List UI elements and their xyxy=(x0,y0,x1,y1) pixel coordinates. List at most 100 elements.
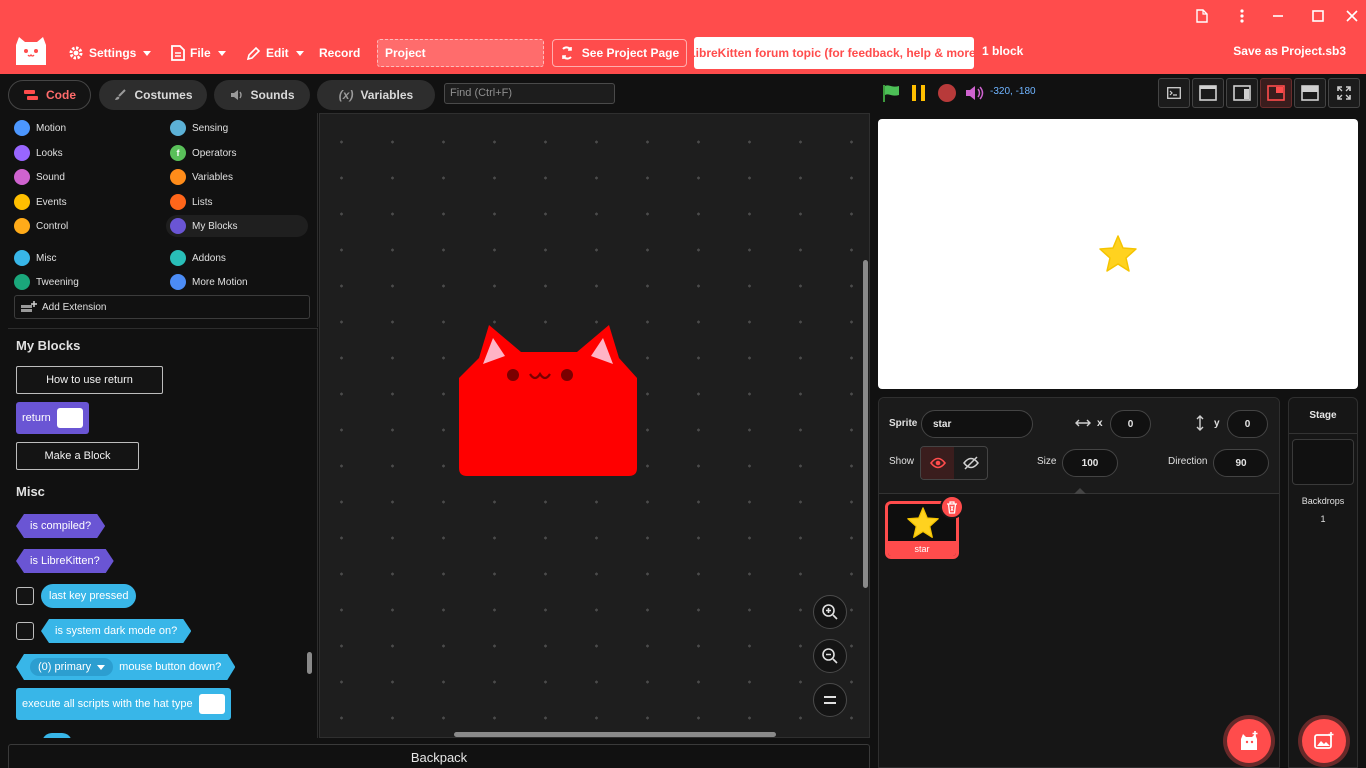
console-icon[interactable] xyxy=(1158,78,1190,108)
hide-sprite-eye-icon[interactable] xyxy=(954,447,987,479)
workspace-horizontal-scrollbar[interactable] xyxy=(454,732,776,737)
category-label: Motion xyxy=(36,122,67,134)
is-compiled-block[interactable]: is compiled? xyxy=(16,514,105,538)
large-stage-icon[interactable] xyxy=(1294,78,1326,108)
last-key-checkbox[interactable] xyxy=(16,587,34,605)
workspace-vertical-scrollbar[interactable] xyxy=(863,260,868,588)
edit-menu[interactable]: Edit xyxy=(246,44,304,62)
normal-stage-icon[interactable] xyxy=(1260,78,1292,108)
volume-icon[interactable] xyxy=(964,83,986,103)
show-sprite-eye-icon[interactable] xyxy=(921,447,954,479)
dark-mode-checkbox[interactable] xyxy=(16,622,34,640)
add-extension-button[interactable]: Add Extension xyxy=(14,295,310,319)
add-backdrop-icon[interactable] xyxy=(1302,719,1346,763)
code-icon xyxy=(24,90,38,100)
category-events[interactable]: Events xyxy=(14,191,67,213)
tab-variables[interactable]: (x) Variables xyxy=(317,80,435,110)
see-project-page-button[interactable]: See Project Page xyxy=(552,39,687,67)
control-icon xyxy=(14,218,30,234)
close-icon[interactable] xyxy=(1344,8,1360,24)
document-icon[interactable] xyxy=(1194,8,1210,24)
category-addons[interactable]: Addons xyxy=(170,247,226,269)
vertical-arrows-icon xyxy=(1196,415,1204,431)
category-label: My Blocks xyxy=(192,220,238,232)
size-label: Size xyxy=(1037,456,1057,467)
stage-selector[interactable]: Stage Backdrops 1 xyxy=(1288,397,1358,768)
maximize-icon[interactable] xyxy=(1310,8,1326,24)
file-menu[interactable]: File xyxy=(171,44,226,62)
next-block-partial[interactable] xyxy=(42,733,72,738)
add-sprite-icon[interactable] xyxy=(1227,719,1271,763)
zoom-in-icon[interactable] xyxy=(813,595,847,629)
pause-icon[interactable] xyxy=(908,83,930,103)
more-options-icon[interactable] xyxy=(1234,8,1250,24)
category-label: Operators xyxy=(192,147,237,159)
x-input[interactable]: 0 xyxy=(1110,410,1151,438)
brush-icon xyxy=(115,89,127,100)
small-stage-icon[interactable] xyxy=(1192,78,1224,108)
y-input[interactable]: 0 xyxy=(1227,410,1268,438)
green-flag-icon[interactable] xyxy=(880,83,902,103)
fullscreen-icon[interactable] xyxy=(1328,78,1360,108)
tab-code[interactable]: Code xyxy=(8,80,91,110)
is-librekitten-block[interactable]: is LibreKitten? xyxy=(16,549,114,573)
return-block[interactable]: return xyxy=(16,402,89,434)
settings-menu[interactable]: Settings xyxy=(68,44,152,62)
category-looks[interactable]: Looks xyxy=(14,142,63,164)
category-misc[interactable]: Misc xyxy=(14,247,57,269)
category-sound[interactable]: Sound xyxy=(14,166,65,188)
make-a-block-button[interactable]: Make a Block xyxy=(16,442,139,470)
category-motion[interactable]: Motion xyxy=(14,117,66,139)
how-to-use-return-button[interactable]: How to use return xyxy=(16,366,163,394)
sprite-name-input[interactable]: star xyxy=(921,410,1033,438)
stop-icon[interactable] xyxy=(936,83,958,103)
side-stage-icon[interactable] xyxy=(1226,78,1258,108)
mouse-button-option: (0) primary xyxy=(38,661,92,673)
execute-all-scripts-block[interactable]: execute all scripts with the hat type xyxy=(16,688,231,720)
chevron-down-icon xyxy=(295,50,304,56)
x-label: x xyxy=(1097,418,1103,429)
is-dark-mode-block[interactable]: is system dark mode on? xyxy=(41,619,191,643)
settings-label: Settings xyxy=(89,46,137,60)
star-sprite[interactable] xyxy=(1098,235,1138,273)
palette-scrollbar[interactable] xyxy=(307,652,312,674)
zoom-reset-icon[interactable] xyxy=(813,683,847,717)
category-control[interactable]: Control xyxy=(14,215,68,237)
size-input[interactable]: 100 xyxy=(1062,449,1118,477)
category-variables[interactable]: Variables xyxy=(170,166,233,188)
mouse-button-dropdown[interactable]: (0) primary xyxy=(30,658,113,676)
category-sensing[interactable]: Sensing xyxy=(170,117,228,139)
minimize-icon[interactable] xyxy=(1270,8,1286,24)
forum-topic-link[interactable]: LibreKitten forum topic (for feedback, h… xyxy=(688,37,980,69)
category-label: Addons xyxy=(192,252,226,264)
return-input-slot[interactable] xyxy=(56,408,83,428)
category-label: Events xyxy=(36,196,67,208)
backpack-bar[interactable]: Backpack xyxy=(8,744,870,768)
mouse-button-down-label: mouse button down? xyxy=(119,661,222,673)
record-button[interactable]: Record xyxy=(319,44,360,62)
save-as-button[interactable]: Save as Project.sb3 xyxy=(1233,44,1346,58)
direction-input[interactable]: 90 xyxy=(1213,449,1269,477)
find-input[interactable]: Find (Ctrl+F) xyxy=(444,83,615,104)
hat-type-input-slot[interactable] xyxy=(198,694,225,714)
zoom-out-icon[interactable] xyxy=(813,639,847,673)
code-workspace[interactable] xyxy=(319,113,870,738)
tab-sounds[interactable]: Sounds xyxy=(214,80,310,110)
file-label: File xyxy=(190,46,211,60)
mouse-button-down-block[interactable]: (0) primary mouse button down? xyxy=(16,654,235,680)
project-title-input[interactable]: Project xyxy=(377,39,544,67)
librekitten-logo[interactable] xyxy=(14,35,48,67)
block-count: 1 block xyxy=(982,44,1024,58)
stage-thumbnail[interactable] xyxy=(1292,439,1354,485)
variable-icon: (x) xyxy=(338,88,354,102)
delete-sprite-trash-icon[interactable] xyxy=(940,495,964,519)
tab-costumes[interactable]: Costumes xyxy=(99,80,207,110)
category-operators[interactable]: f Operators xyxy=(170,142,236,164)
category-tweening[interactable]: Tweening xyxy=(14,271,79,293)
add-extension-label: Add Extension xyxy=(42,301,107,313)
last-key-pressed-block[interactable]: last key pressed xyxy=(41,584,137,608)
category-lists[interactable]: Lists xyxy=(170,191,213,213)
stage-canvas[interactable] xyxy=(878,119,1358,389)
category-more-motion[interactable]: More Motion xyxy=(170,271,248,293)
category-my-blocks[interactable]: My Blocks xyxy=(166,215,308,237)
